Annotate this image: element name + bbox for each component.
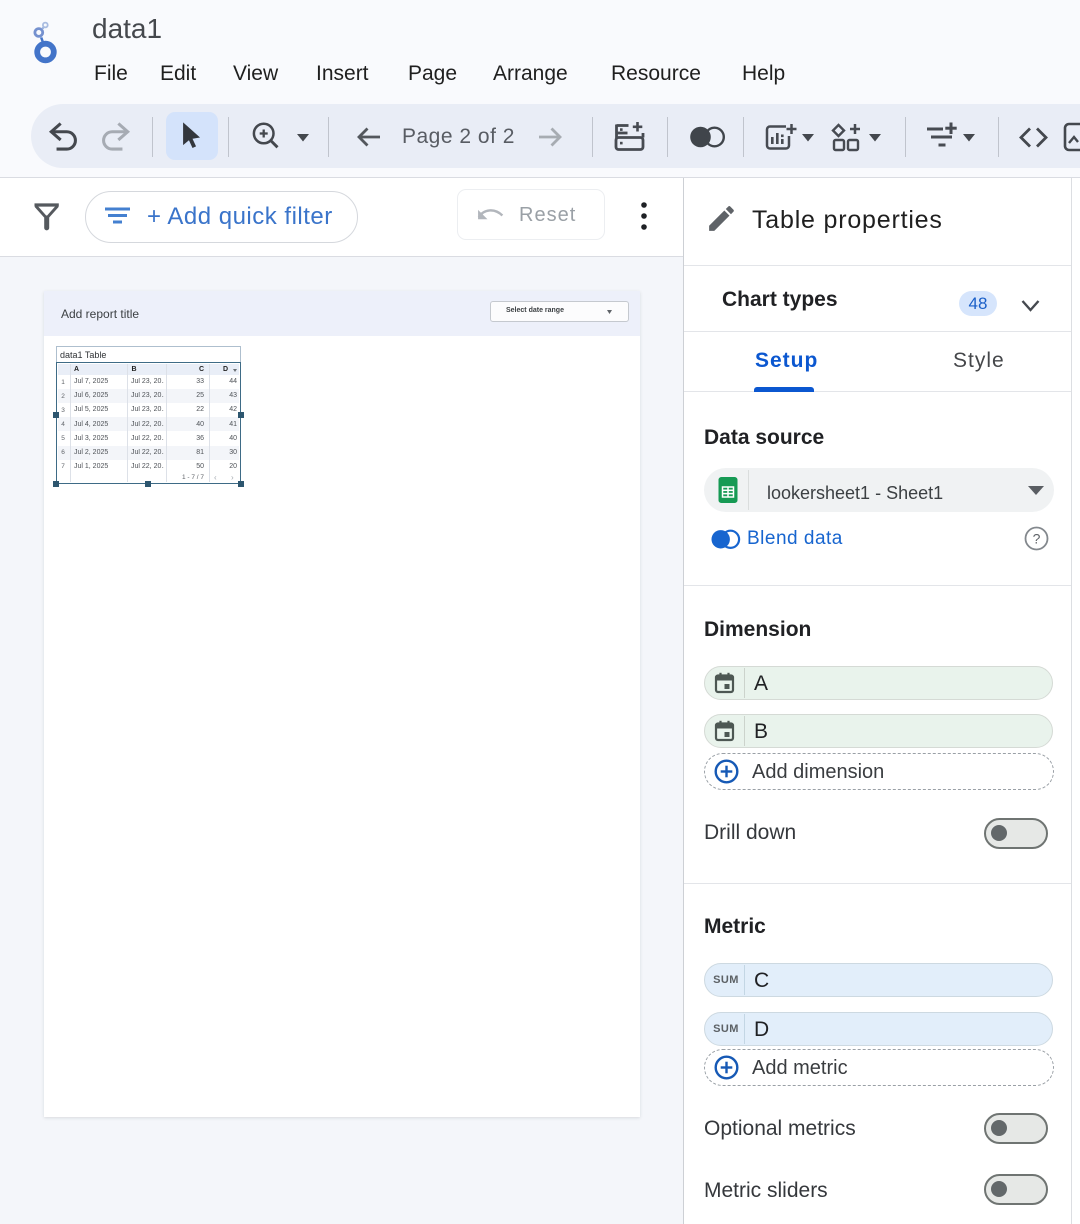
- svg-text:?: ?: [1033, 531, 1041, 547]
